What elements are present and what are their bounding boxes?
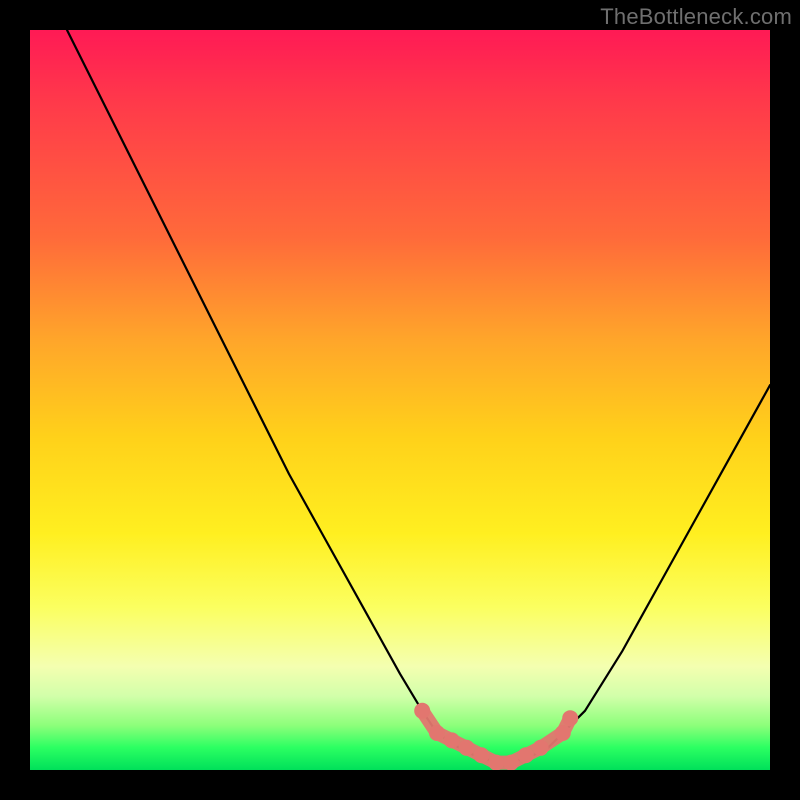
highlight-markers (414, 703, 578, 770)
curve-layer (30, 30, 770, 770)
bottleneck-curve (67, 30, 770, 763)
watermark-text: TheBottleneck.com (600, 4, 792, 30)
plot-area (30, 30, 770, 770)
chart-frame: TheBottleneck.com (0, 0, 800, 800)
